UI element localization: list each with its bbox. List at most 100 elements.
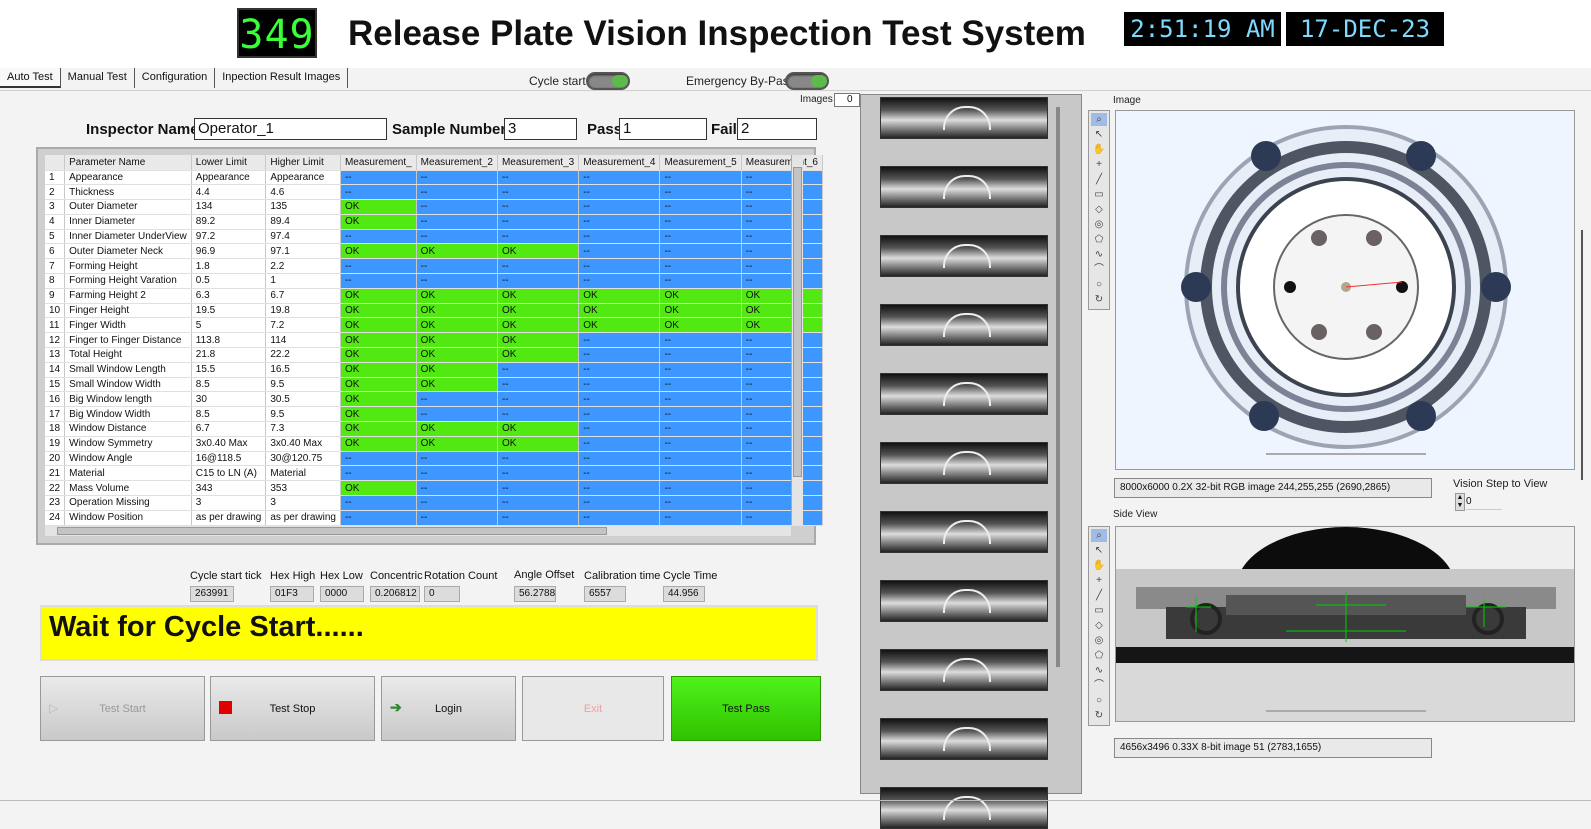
- result-thumbnail[interactable]: [880, 442, 1048, 484]
- table-row[interactable]: 4 Inner Diameter 89.2 89.4 OK -- -- -- -- --: [45, 214, 824, 230]
- rectangle-icon[interactable]: ▭: [1091, 604, 1107, 617]
- col-header[interactable]: Measurement_3: [497, 155, 580, 171]
- result-thumbnail[interactable]: [880, 97, 1048, 139]
- broken-line-icon[interactable]: ⌒: [1091, 263, 1107, 276]
- tab-configuration[interactable]: Configuration: [135, 68, 216, 88]
- polygon-icon[interactable]: ⬠: [1091, 649, 1107, 662]
- result-thumbnail[interactable]: [880, 787, 1048, 829]
- table-row[interactable]: 6 Outer Diameter Neck 96.9 97.1 OK OK OK -- -- --: [45, 243, 824, 260]
- result-images-strip[interactable]: [860, 94, 1082, 829]
- table-row[interactable]: 22 Mass Volume 343 353 OK -- -- -- -- --: [45, 480, 824, 497]
- rectangle-icon[interactable]: ▭: [1091, 188, 1107, 201]
- table-row[interactable]: 5 Inner Diameter UnderView 97.2 97.4 -- -- -- -…: [45, 229, 824, 245]
- images-count-input[interactable]: 0: [834, 93, 860, 107]
- table-row[interactable]: 13 Total Height 21.8 22.2 OK OK OK -- -- --: [45, 347, 824, 363]
- freehand-icon[interactable]: ∿: [1091, 248, 1107, 261]
- col-header[interactable]: Lower Limit: [191, 155, 267, 171]
- result-thumbnail[interactable]: [880, 649, 1048, 691]
- table-row[interactable]: 20 Window Angle 16@118.5 30@120.75 -- -- -- -- -…: [45, 451, 824, 467]
- tab-manual-test[interactable]: Manual Test: [61, 68, 135, 88]
- col-header[interactable]: Parameter Name: [64, 155, 192, 171]
- vision-step-input[interactable]: 0: [1466, 496, 1502, 510]
- table-row[interactable]: 18 Window Distance 6.7 7.3 OK OK OK -- -- --: [45, 421, 824, 437]
- freehand-icon[interactable]: ∿: [1091, 664, 1107, 677]
- test-start-button[interactable]: ▷ Test Start: [40, 676, 205, 741]
- cycle-start-toggle[interactable]: [586, 72, 630, 90]
- pass-count-field[interactable]: 1: [619, 118, 707, 140]
- polygon-icon[interactable]: ⬠: [1091, 233, 1107, 246]
- inspector-name-field[interactable]: Operator_1: [194, 118, 387, 140]
- pointer-icon[interactable]: ↖: [1091, 128, 1107, 141]
- table-row[interactable]: 21 Material C15 to LN (A) Material -- -- -- -- -…: [45, 465, 824, 482]
- table-row[interactable]: 15 Small Window Width 8.5 9.5 OK OK -- -- -- --: [45, 377, 824, 393]
- table-row[interactable]: 3 Outer Diameter 134 135 OK -- -- -- -- --: [45, 199, 824, 215]
- vision-step-spinner[interactable]: ▲ ▼: [1455, 493, 1465, 511]
- tab-inspection-result-images[interactable]: Inpection Result Images: [215, 68, 349, 88]
- right-scroll-indicator[interactable]: [1581, 230, 1583, 480]
- result-thumbnail[interactable]: [880, 580, 1048, 622]
- test-pass-button[interactable]: Test Pass: [671, 676, 821, 741]
- col-header[interactable]: Measurement_5: [659, 155, 742, 171]
- oval-icon[interactable]: ○: [1091, 278, 1107, 291]
- col-header[interactable]: Measurement_4: [578, 155, 661, 171]
- result-thumbnail[interactable]: [880, 373, 1048, 415]
- result-thumbnail[interactable]: [880, 166, 1048, 208]
- table-row[interactable]: 16 Big Window length 30 30.5 OK -- -- -- -- --: [45, 391, 824, 408]
- table-row[interactable]: 12 Finger to Finger Distance 113.8 114 OK OK O…: [45, 332, 824, 349]
- table-row[interactable]: 19 Window Symmetry 3x0.40 Max 3x0.40 Max OK O…: [45, 436, 824, 452]
- scrollbar-thumb[interactable]: [57, 527, 607, 535]
- test-stop-button[interactable]: Test Stop: [210, 676, 375, 741]
- annulus-icon[interactable]: ◎: [1091, 634, 1107, 647]
- measurement-cell: --: [659, 229, 742, 245]
- tab-auto-test[interactable]: Auto Test: [0, 68, 61, 88]
- pointer-icon[interactable]: ↖: [1091, 544, 1107, 557]
- table-row[interactable]: 10 Finger Height 19.5 19.8 OK OK OK OK OK OK: [45, 303, 824, 319]
- broken-line-icon[interactable]: ⌒: [1091, 679, 1107, 692]
- result-thumbnail[interactable]: [880, 511, 1048, 553]
- table-vertical-scrollbar[interactable]: [791, 155, 803, 525]
- table-row[interactable]: 17 Big Window Width 8.5 9.5 OK -- -- -- -- --: [45, 406, 824, 423]
- strip-scrollbar[interactable]: [1056, 107, 1060, 667]
- table-row[interactable]: 23 Operation Missing 3 3 -- -- -- -- -- --: [45, 495, 824, 511]
- table-horizontal-scrollbar[interactable]: [45, 526, 791, 536]
- crosshair-icon[interactable]: +: [1091, 158, 1107, 171]
- line-icon[interactable]: ╱: [1091, 173, 1107, 186]
- sample-number-field[interactable]: 3: [504, 118, 577, 140]
- top-view-image[interactable]: [1115, 110, 1575, 470]
- emergency-bypass-toggle[interactable]: [785, 72, 829, 90]
- images-label: Images: [800, 94, 833, 105]
- login-button[interactable]: ➔ Login: [381, 676, 516, 741]
- table-row[interactable]: 8 Forming Height Varation 0.5 1 -- -- -- -- -- --: [45, 273, 824, 289]
- rotated-rect-icon[interactable]: ◇: [1091, 619, 1107, 632]
- side-view-image[interactable]: [1115, 526, 1575, 722]
- rotated-rect-icon[interactable]: ◇: [1091, 203, 1107, 216]
- measurement-cell: --: [741, 184, 824, 201]
- col-header[interactable]: Higher Limit: [265, 155, 341, 171]
- rotate-icon[interactable]: ↻: [1091, 709, 1107, 722]
- result-thumbnail[interactable]: [880, 304, 1048, 346]
- zoom-icon[interactable]: ⌕: [1091, 113, 1107, 126]
- result-thumbnail[interactable]: [880, 235, 1048, 277]
- crosshair-icon[interactable]: +: [1091, 574, 1107, 587]
- zoom-icon[interactable]: ⌕: [1091, 529, 1107, 542]
- table-row[interactable]: 2 Thickness 4.4 4.6 -- -- -- -- -- --: [45, 184, 824, 201]
- table-row[interactable]: 9 Farming Height 2 6.3 6.7 OK OK OK OK OK OK: [45, 288, 824, 304]
- oval-icon[interactable]: ○: [1091, 694, 1107, 707]
- col-header[interactable]: Measurement_2: [416, 155, 498, 171]
- annulus-icon[interactable]: ◎: [1091, 218, 1107, 231]
- rotate-icon[interactable]: ↻: [1091, 293, 1107, 306]
- table-row[interactable]: 1 Appearance Appearance Appearance -- -- -- -- -…: [45, 170, 824, 186]
- table-row[interactable]: 14 Small Window Length 15.5 16.5 OK OK -- -- -- -…: [45, 362, 824, 378]
- table-row[interactable]: 11 Finger Width 5 7.2 OK OK OK OK OK OK: [45, 317, 824, 334]
- col-header[interactable]: Measurement_6: [741, 155, 824, 171]
- fail-count-field[interactable]: 2: [737, 118, 817, 140]
- table-row[interactable]: 7 Forming Height 1.8 2.2 -- -- -- -- -- --: [45, 258, 824, 275]
- table-row[interactable]: 24 Window Position as per drawing as per dr…: [45, 510, 824, 526]
- exit-button[interactable]: Exit: [522, 676, 664, 741]
- result-thumbnail[interactable]: [880, 718, 1048, 760]
- pan-icon[interactable]: ✋: [1091, 143, 1107, 156]
- pan-icon[interactable]: ✋: [1091, 559, 1107, 572]
- line-icon[interactable]: ╱: [1091, 589, 1107, 602]
- col-header[interactable]: Measurement_: [340, 155, 417, 171]
- scrollbar-thumb[interactable]: [793, 167, 802, 477]
